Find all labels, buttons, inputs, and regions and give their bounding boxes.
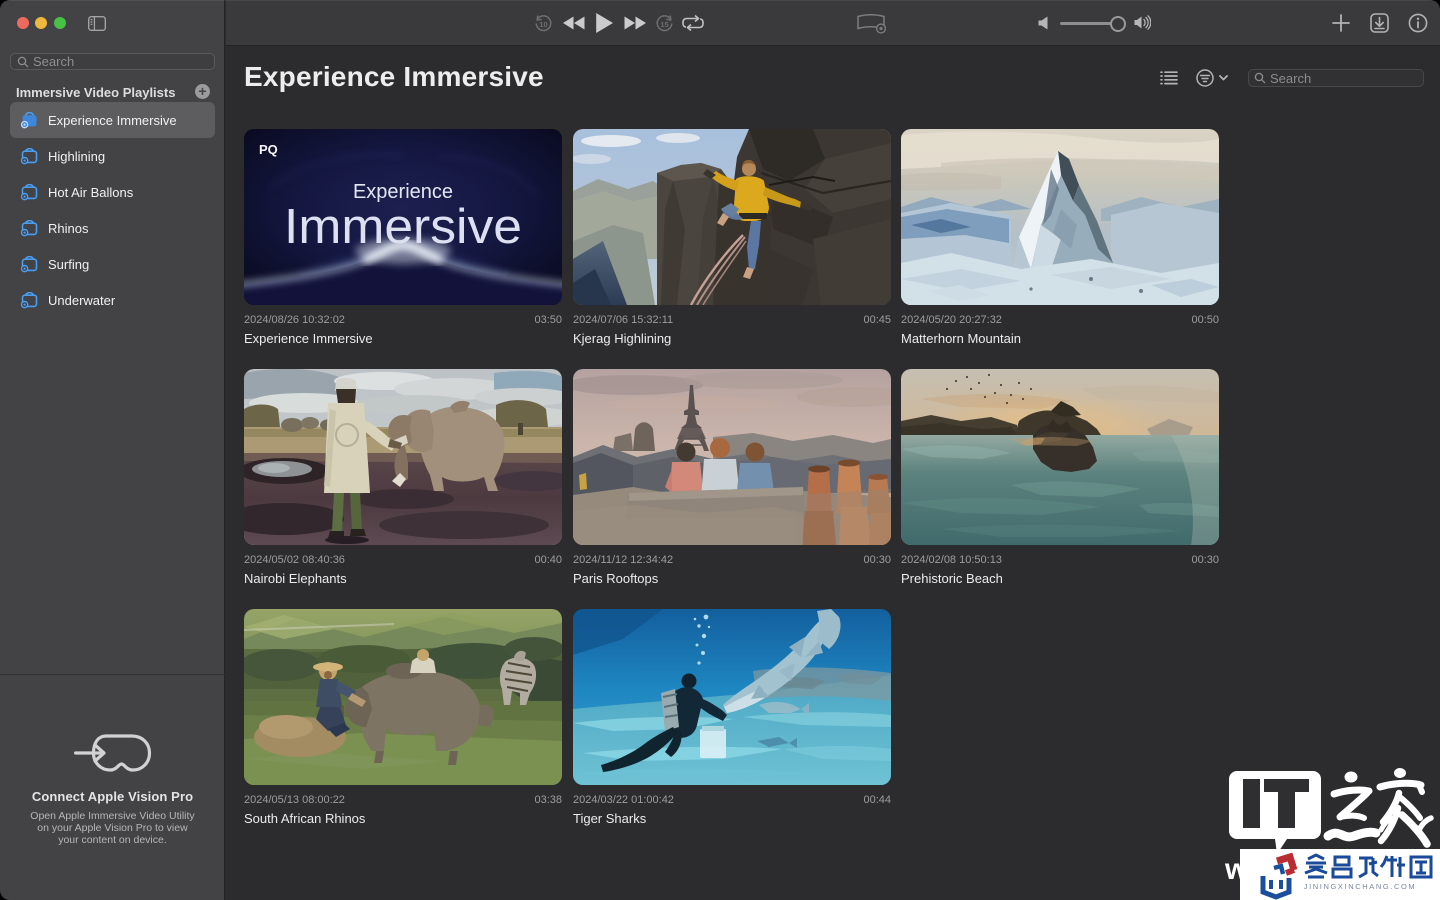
svg-text:15: 15 xyxy=(660,20,668,29)
svg-text:Immersive: Immersive xyxy=(284,200,522,254)
svg-text:JININGXINCHANG.COM: JININGXINCHANG.COM xyxy=(1304,882,1417,891)
svg-text:10: 10 xyxy=(539,20,547,29)
